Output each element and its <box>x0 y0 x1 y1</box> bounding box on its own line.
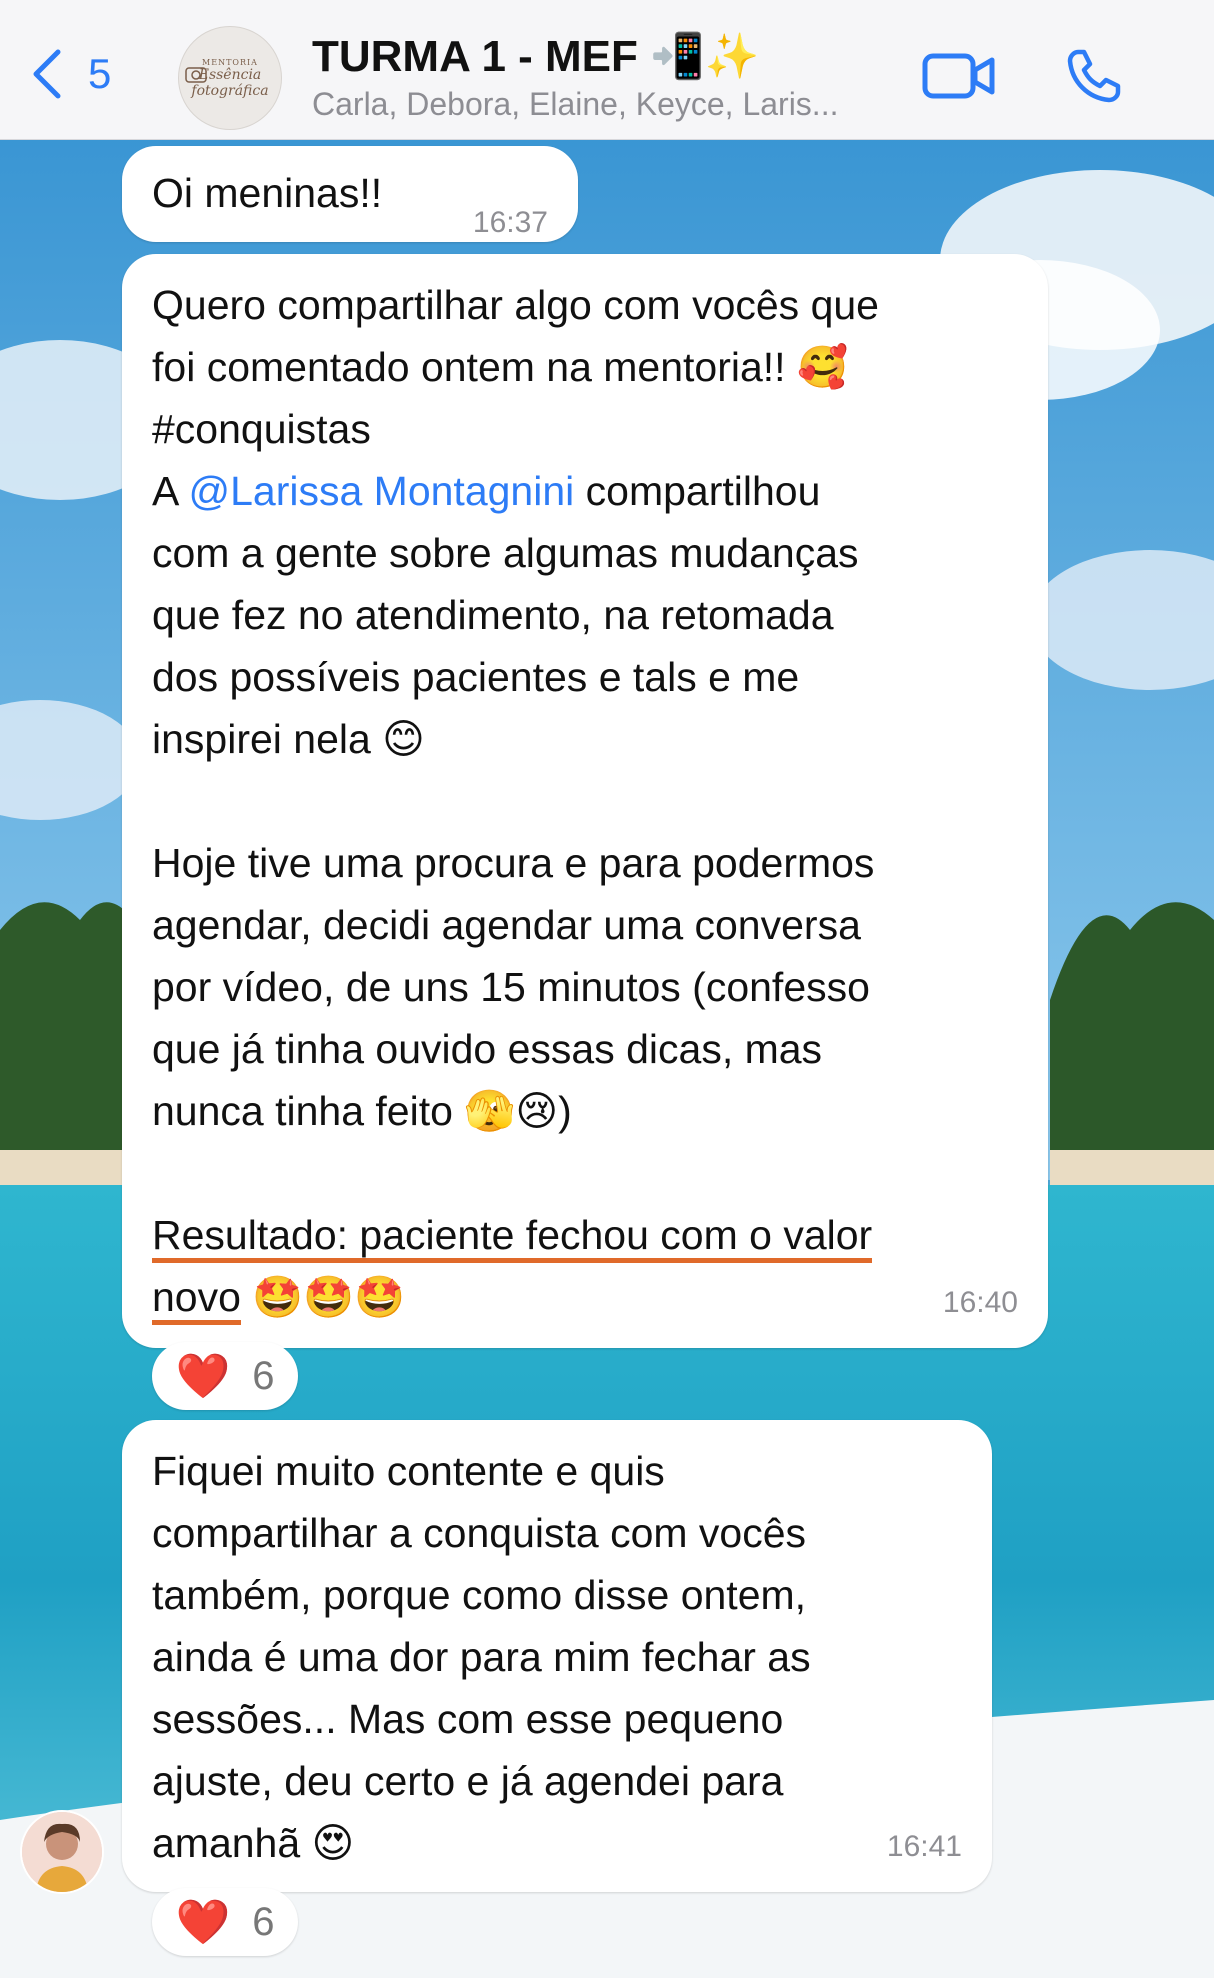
message-line: foi comentado ontem na mentoria!! 🥰 <box>152 344 849 390</box>
avatar-photo <box>22 1812 102 1892</box>
reaction-count: 6 <box>252 1899 275 1944</box>
message-line: ainda é uma dor para mim fechar as <box>152 1634 811 1680</box>
message-line: inspirei nela 😊 <box>152 716 425 762</box>
message-line: por vídeo, de uns 15 minutos (confesso <box>152 964 870 1010</box>
underlined-text: novo <box>152 1274 241 1325</box>
message-line: que já tinha ouvido essas dicas, mas <box>152 1026 823 1072</box>
message-bubble[interactable]: Quero compartilhar algo com vocês que fo… <box>122 254 1048 1348</box>
back-button[interactable]: 5 <box>30 48 111 100</box>
group-title[interactable]: TURMA 1 - MEF 📲✨ <box>312 30 760 82</box>
message-emoji: 🤩🤩🤩 <box>240 1274 406 1320</box>
message-time: 16:37 <box>472 206 548 239</box>
reaction-badge[interactable]: ❤️ 6 <box>152 1888 298 1956</box>
unread-count: 5 <box>88 50 112 97</box>
group-avatar[interactable]: MENTORIA Essência fotográfica <box>178 26 282 130</box>
message-line: com a gente sobre algumas mudanças <box>152 530 859 576</box>
message-line: Hoje tive uma procura e para podermos <box>152 840 875 886</box>
chevron-left-icon <box>33 49 61 99</box>
sender-avatar[interactable] <box>20 1810 104 1894</box>
underlined-text: Resultado: paciente fechou com o valor <box>152 1212 873 1263</box>
message-line: ajuste, deu certo e já agendei para <box>152 1758 784 1804</box>
message-time: 16:40 <box>942 1286 1018 1319</box>
message-time: 16:41 <box>886 1830 962 1863</box>
message-text: A <box>152 468 189 514</box>
message-line: A @Larissa Montagnini compartilhou <box>152 460 1018 522</box>
message-line: também, porque como disse ontem, <box>152 1572 807 1618</box>
avatar-label-main: Essência <box>198 66 262 83</box>
avatar-label-sub: fotográfica <box>191 82 269 99</box>
reaction-count: 6 <box>252 1353 275 1398</box>
message-text: compartilhou <box>574 468 821 514</box>
chat-header: 5 MENTORIA Essência fotográfica TURMA 1 … <box>0 0 1214 140</box>
message-line: sessões... Mas com esse pequeno <box>152 1696 784 1742</box>
message-line: amanhã 😍 <box>152 1820 355 1866</box>
message-line: novo 🤩🤩🤩 <box>152 1266 1018 1328</box>
heart-icon: ❤️ <box>175 1898 231 1947</box>
message-line: compartilhar a conquista com vocês <box>152 1510 807 1556</box>
message-bubble[interactable]: Oi meninas!! 16:37 <box>122 146 578 242</box>
reaction-badge[interactable]: ❤️ 6 <box>152 1342 298 1410</box>
message-line: Resultado: paciente fechou com o valor <box>152 1204 1018 1266</box>
message-line: dos possíveis pacientes e tals e me <box>152 654 800 700</box>
message-line: nunca tinha feito 🫣😢) <box>152 1088 572 1134</box>
heart-icon: ❤️ <box>175 1352 231 1401</box>
message-bubble[interactable]: Fiquei muito contente e quis compartilha… <box>122 1420 992 1892</box>
message-line: que fez no atendimento, na retomada <box>152 592 834 638</box>
video-call-icon[interactable] <box>922 52 996 100</box>
phone-call-icon[interactable] <box>1064 46 1124 106</box>
message-line: #conquistas <box>152 406 371 452</box>
message-line: agendar, decidi agendar uma conversa <box>152 902 861 948</box>
message-line: Quero compartilhar algo com vocês que <box>152 282 879 328</box>
mention-link[interactable]: @Larissa Montagnini <box>188 468 574 514</box>
message-line: Fiquei muito contente e quis <box>152 1448 665 1494</box>
camera-logo-icon <box>185 67 207 83</box>
group-members[interactable]: Carla, Debora, Elaine, Keyce, Laris... <box>312 86 838 123</box>
avatar-label-top: MENTORIA <box>202 57 258 67</box>
